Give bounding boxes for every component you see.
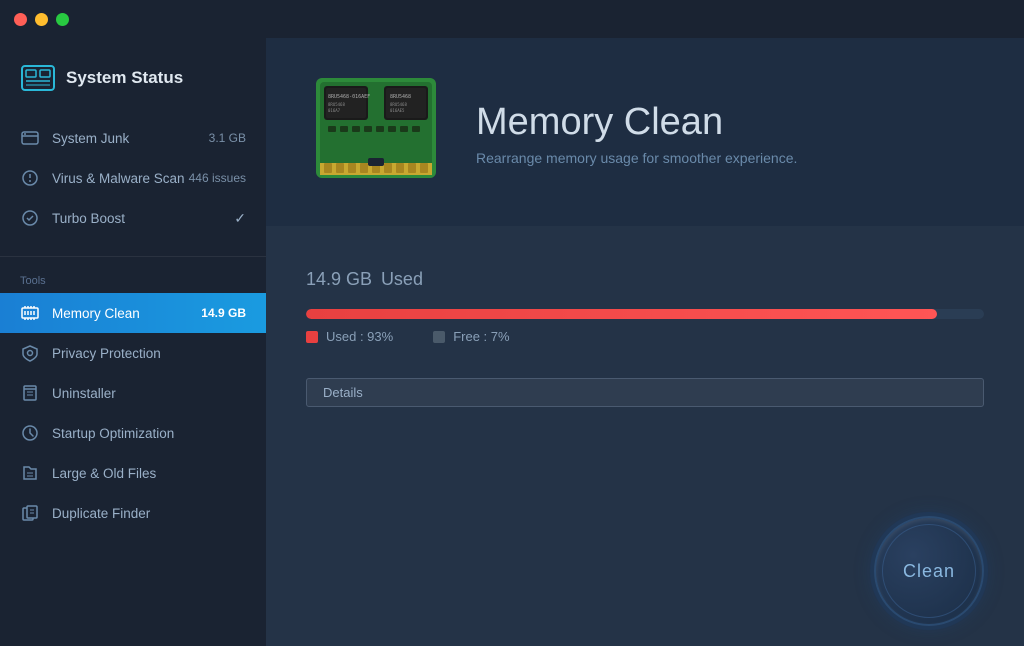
sidebar-item-system-junk[interactable]: System Junk 3.1 GB [0, 118, 266, 158]
clean-button-label: Clean [903, 561, 955, 582]
startup-optimization-label: Startup Optimization [52, 426, 174, 441]
sidebar-title: System Status [66, 68, 183, 88]
boost-icon [20, 208, 40, 228]
duplicate-icon [20, 503, 40, 523]
content-header: 8RU5468-016AEF 8RU5468 016A7 8RU5468 8RU… [266, 38, 1024, 226]
free-legend-item: Free : 7% [433, 329, 509, 344]
svg-text:8RU5468: 8RU5468 [390, 102, 407, 107]
details-button[interactable]: Details [306, 378, 984, 407]
svg-text:016AE5: 016AE5 [390, 108, 405, 113]
svg-text:8RU5468: 8RU5468 [328, 102, 345, 107]
close-button[interactable] [14, 13, 27, 26]
header-subtitle: Rearrange memory usage for smoother expe… [476, 150, 984, 166]
svg-text:8RU5468: 8RU5468 [390, 94, 411, 100]
system-junk-badge: 3.1 GB [209, 131, 246, 145]
uninstaller-label: Uninstaller [52, 386, 116, 401]
svg-text:016A7: 016A7 [328, 108, 341, 113]
sidebar-item-turbo-boost[interactable]: Turbo Boost ✓ [0, 198, 266, 238]
sidebar-item-large-old-files[interactable]: Large & Old Files [0, 453, 266, 493]
memory-clean-badge: 14.9 GB [201, 306, 246, 320]
virus-scan-label: Virus & Malware Scan [52, 171, 185, 186]
app-logo-icon [20, 60, 56, 96]
progress-bar-background [306, 309, 984, 319]
used-legend-dot [306, 331, 318, 343]
uninstaller-icon [20, 383, 40, 403]
memory-used-value: 14.9 GB [306, 269, 372, 289]
content-body: 14.9 GB Used Used : 93% Free : 7% [266, 226, 1024, 646]
header-title: Memory Clean [476, 101, 984, 144]
large-old-files-label: Large & Old Files [52, 466, 156, 481]
free-legend-dot [433, 331, 445, 343]
progress-bar-fill [306, 309, 937, 319]
tools-section-label: Tools [0, 265, 266, 293]
junk-icon [20, 128, 40, 148]
memory-clean-label: Memory Clean [52, 306, 140, 321]
privacy-icon [20, 343, 40, 363]
clean-button[interactable]: Clean [874, 516, 984, 626]
startup-icon [20, 423, 40, 443]
main-content: 8RU5468-016AEF 8RU5468 016A7 8RU5468 8RU… [266, 38, 1024, 646]
used-legend-item: Used : 93% [306, 329, 393, 344]
used-legend-label: Used : 93% [326, 329, 393, 344]
memory-usage-title: 14.9 GB Used [306, 256, 984, 293]
memory-icon [20, 303, 40, 323]
duplicate-finder-label: Duplicate Finder [52, 506, 150, 521]
progress-legend: Used : 93% Free : 7% [306, 329, 984, 344]
minimize-button[interactable] [35, 13, 48, 26]
free-legend-label: Free : 7% [453, 329, 509, 344]
sidebar-item-privacy-protection[interactable]: Privacy Protection [0, 333, 266, 373]
memory-used-label: Used [381, 269, 423, 289]
svg-text:8RU5468-016AEF: 8RU5468-016AEF [328, 94, 370, 100]
app-body: System Status System Junk 3.1 GB [0, 38, 1024, 646]
sidebar-item-memory-clean[interactable]: Memory Clean 14.9 GB [0, 293, 266, 333]
turbo-boost-label: Turbo Boost [52, 211, 125, 226]
sidebar-divider [0, 256, 266, 257]
files-icon [20, 463, 40, 483]
virus-scan-badge: 446 issues [189, 171, 246, 185]
sidebar-item-startup-optimization[interactable]: Startup Optimization [0, 413, 266, 453]
privacy-protection-label: Privacy Protection [52, 346, 161, 361]
sidebar-item-virus-scan[interactable]: Virus & Malware Scan 446 issues [0, 158, 266, 198]
sidebar-item-uninstaller[interactable]: Uninstaller [0, 373, 266, 413]
turbo-boost-check: ✓ [234, 210, 246, 227]
header-text: Memory Clean Rearrange memory usage for … [476, 101, 984, 166]
sidebar-header: System Status [0, 38, 266, 118]
virus-icon [20, 168, 40, 188]
system-section: System Junk 3.1 GB Virus & Malware Scan … [0, 118, 266, 248]
progress-container: Used : 93% Free : 7% [306, 309, 984, 344]
ram-illustration: 8RU5468-016AEF 8RU5468 016A7 8RU5468 8RU… [306, 68, 446, 198]
clean-button-area: Clean [874, 516, 984, 626]
sidebar: System Status System Junk 3.1 GB [0, 38, 266, 646]
titlebar [0, 0, 1024, 38]
sidebar-item-duplicate-finder[interactable]: Duplicate Finder [0, 493, 266, 533]
maximize-button[interactable] [56, 13, 69, 26]
system-junk-label: System Junk [52, 131, 129, 146]
